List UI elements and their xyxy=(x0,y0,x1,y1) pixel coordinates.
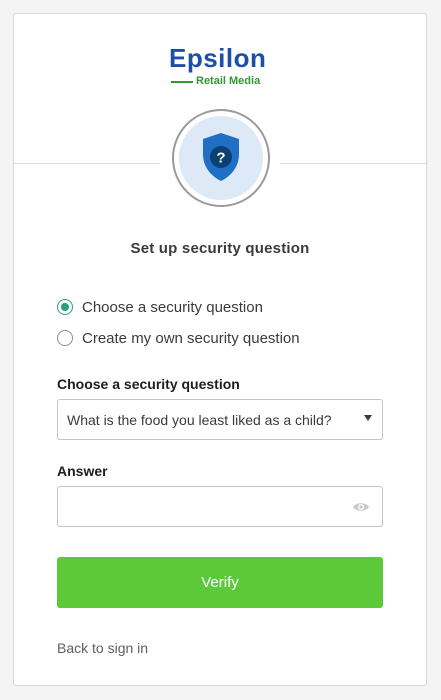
radio-create-question[interactable] xyxy=(57,330,73,346)
eye-icon[interactable] xyxy=(352,501,370,513)
option-choose-question-label: Choose a security question xyxy=(82,298,263,316)
shield-question-icon: ? xyxy=(203,133,239,181)
brand-logo: Epsilon Retail Media xyxy=(169,43,273,91)
answer-field-label: Answer xyxy=(57,463,108,479)
header-divider-left xyxy=(14,163,160,164)
brand-underline xyxy=(171,81,193,83)
security-question-select[interactable]: What is the food you least liked as a ch… xyxy=(57,399,383,440)
auth-card: Epsilon Retail Media ? Set up security q… xyxy=(13,13,428,686)
option-choose-question[interactable]: Choose a security question xyxy=(57,297,263,317)
header-divider-right xyxy=(280,163,428,164)
security-badge: ? xyxy=(172,109,270,207)
verify-button[interactable]: Verify xyxy=(57,557,383,608)
chevron-down-icon xyxy=(364,415,372,421)
back-to-sign-in-link[interactable]: Back to sign in xyxy=(57,640,148,656)
answer-input[interactable] xyxy=(58,487,338,526)
answer-field[interactable] xyxy=(57,486,383,527)
brand-name: Epsilon xyxy=(169,43,267,73)
shield-glyph: ? xyxy=(216,150,225,167)
badge-background: ? xyxy=(179,116,263,200)
security-question-value: What is the food you least liked as a ch… xyxy=(67,411,332,428)
page-title: Set up security question xyxy=(130,240,310,257)
brand-tagline: Retail Media xyxy=(196,75,261,87)
option-create-question[interactable]: Create my own security question xyxy=(57,328,300,348)
radio-choose-question[interactable] xyxy=(57,299,73,315)
option-create-question-label: Create my own security question xyxy=(82,329,300,347)
question-field-label: Choose a security question xyxy=(57,376,240,392)
